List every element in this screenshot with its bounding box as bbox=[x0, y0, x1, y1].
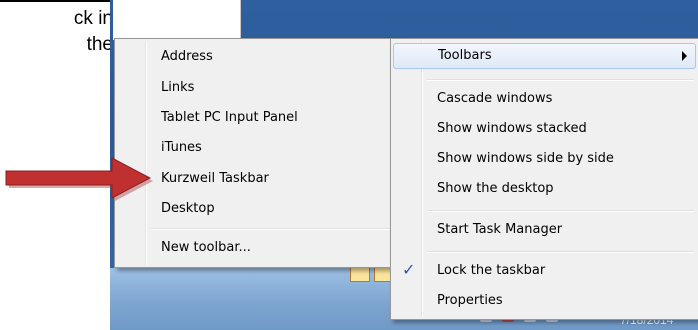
menu-item-show-the-desktop[interactable]: Show the desktop bbox=[393, 177, 696, 201]
submenu-item-label: Desktop bbox=[161, 201, 215, 216]
taskbar-context-menu: Toolbars Cascade windows Show windows st… bbox=[390, 38, 698, 320]
menu-item-lock-the-taskbar[interactable]: ✓ Lock the taskbar bbox=[393, 259, 696, 283]
annotation-arrow-icon bbox=[5, 157, 153, 201]
menu-item-show-windows-stacked[interactable]: Show windows stacked bbox=[393, 117, 696, 141]
menu-item-label: Properties bbox=[437, 293, 503, 308]
menu-item-start-task-manager[interactable]: Start Task Manager bbox=[393, 218, 696, 242]
submenu-item-label: Address bbox=[161, 49, 213, 64]
document-rule bbox=[0, 0, 113, 2]
menu-item-show-windows-side-by-side[interactable]: Show windows side by side bbox=[393, 147, 696, 171]
submenu-item-links[interactable]: Links bbox=[117, 76, 393, 100]
menu-item-label: Lock the taskbar bbox=[437, 263, 546, 278]
menu-item-label: Cascade windows bbox=[437, 91, 553, 106]
menu-separator bbox=[427, 210, 694, 212]
submenu-item-address[interactable]: Address bbox=[117, 45, 393, 69]
menu-item-label: Toolbars bbox=[438, 48, 492, 63]
menu-item-label: Start Task Manager bbox=[437, 222, 563, 237]
document-panel bbox=[113, 0, 241, 40]
submenu-item-label: Kurzweil Taskbar bbox=[161, 171, 269, 186]
submenu-item-tablet-pc-input-panel[interactable]: Tablet PC Input Panel bbox=[117, 106, 393, 130]
menu-item-label: Show the desktop bbox=[437, 181, 554, 196]
submenu-item-label: Links bbox=[161, 80, 195, 95]
submenu-item-new-toolbar[interactable]: New toolbar... bbox=[117, 236, 393, 260]
document-text-line-2: the bbox=[86, 34, 113, 55]
menu-separator bbox=[427, 251, 694, 253]
menu-item-cascade-windows[interactable]: Cascade windows bbox=[393, 87, 696, 111]
menu-separator bbox=[427, 79, 694, 81]
menu-item-label: Show windows stacked bbox=[437, 121, 587, 136]
submenu-item-label: Tablet PC Input Panel bbox=[161, 110, 298, 125]
submenu-arrow-icon bbox=[682, 51, 687, 61]
checkmark-icon: ✓ bbox=[402, 260, 416, 279]
document-text-line-1: ck in bbox=[73, 8, 113, 29]
menu-item-properties[interactable]: Properties bbox=[393, 289, 696, 313]
submenu-item-label: iTunes bbox=[161, 140, 202, 155]
menu-item-toolbars[interactable]: Toolbars bbox=[393, 43, 696, 69]
menu-separator bbox=[151, 228, 391, 230]
submenu-item-label: New toolbar... bbox=[161, 240, 251, 255]
menu-item-label: Show windows side by side bbox=[437, 151, 614, 166]
